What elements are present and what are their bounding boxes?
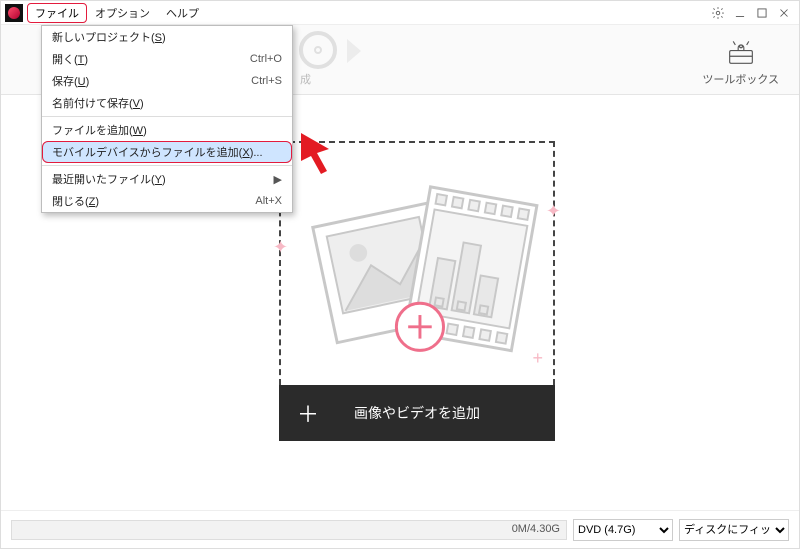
menu-open[interactable]: 開く(T) Ctrl+O xyxy=(42,48,292,70)
chevron-right-icon xyxy=(347,39,361,63)
annotation-arrow-icon xyxy=(299,131,343,180)
menu-save[interactable]: 保存(U) Ctrl+S xyxy=(42,70,292,92)
close-icon[interactable] xyxy=(773,2,795,24)
minimize-icon[interactable] xyxy=(729,2,751,24)
placeholder-illustration xyxy=(293,155,541,371)
submenu-arrow-icon: ▶ xyxy=(274,173,282,186)
status-bar: 0M/4.30G DVD (4.7G) ディスクにフィット xyxy=(1,510,799,548)
menu-separator xyxy=(42,165,292,166)
gear-icon[interactable] xyxy=(707,2,729,24)
maximize-icon[interactable] xyxy=(751,2,773,24)
menu-save-as[interactable]: 名前付けて保存(V) xyxy=(42,92,292,114)
disc-type-select[interactable]: DVD (4.7G) xyxy=(573,519,673,541)
media-drop-zone[interactable]: ✦ ✦ + xyxy=(279,141,555,441)
menu-recent-files[interactable]: 最近開いたファイル(Y) ▶ xyxy=(42,168,292,190)
add-media-label: 画像やビデオを追加 xyxy=(354,403,480,423)
disc-usage-text: 0M/4.30G xyxy=(512,523,560,535)
menu-new-project[interactable]: 新しいプロジェクト(S) xyxy=(42,26,292,48)
app-icon xyxy=(5,4,23,22)
add-media-button[interactable]: ＋ 画像やビデオを追加 xyxy=(279,385,555,441)
menu-options[interactable]: オプション xyxy=(87,3,158,23)
sparkle-icon: ✦ xyxy=(273,237,288,258)
sparkle-icon: ✦ xyxy=(546,201,561,222)
menubar: ファイル オプション ヘルプ xyxy=(1,1,799,25)
menu-add-from-mobile[interactable]: モバイルデバイスからファイルを追加(X)... xyxy=(42,141,292,163)
menu-file[interactable]: ファイル xyxy=(27,3,87,23)
menu-help[interactable]: ヘルプ xyxy=(158,3,207,23)
menu-separator xyxy=(42,116,292,117)
disc-step-icon xyxy=(299,31,337,69)
accel-text: Alt+X xyxy=(255,195,282,207)
plus-icon: ＋ xyxy=(297,397,319,429)
toolbox-button[interactable]: ツールボックス xyxy=(702,35,779,87)
fit-mode-select[interactable]: ディスクにフィット xyxy=(679,519,789,541)
menu-add-file[interactable]: ファイルを追加(W) xyxy=(42,119,292,141)
menu-close[interactable]: 閉じる(Z) Alt+X xyxy=(42,190,292,212)
hidden-step-label: 成 xyxy=(300,71,311,87)
disc-usage-bar: 0M/4.30G xyxy=(11,520,567,540)
file-menu-dropdown: 新しいプロジェクト(S) 開く(T) Ctrl+O 保存(U) Ctrl+S 名… xyxy=(41,25,293,213)
toolbox-label: ツールボックス xyxy=(702,74,779,86)
accel-text: Ctrl+S xyxy=(251,75,282,87)
accel-text: Ctrl+O xyxy=(250,53,282,65)
